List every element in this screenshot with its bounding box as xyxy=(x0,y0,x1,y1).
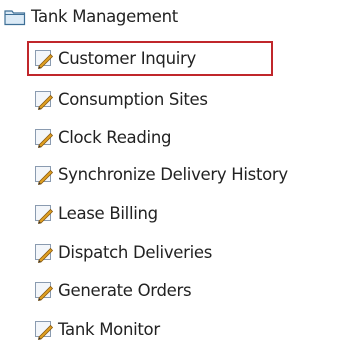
edit-document-icon xyxy=(34,165,54,186)
tree-item-customer-inquiry[interactable]: Customer Inquiry xyxy=(34,44,196,74)
tree-item-label: Dispatch Deliveries xyxy=(58,242,213,262)
tree-item-dispatch-deliveries[interactable]: Dispatch Deliveries xyxy=(34,238,212,268)
tree-item-synchronize-delivery-history[interactable]: Synchronize Delivery History xyxy=(34,160,288,190)
tree-item-label: Clock Reading xyxy=(58,127,172,147)
tree-item-tank-monitor[interactable]: Tank Monitor xyxy=(34,315,160,345)
edit-document-icon xyxy=(34,320,54,341)
edit-document-icon xyxy=(34,204,54,225)
tree-item-generate-orders[interactable]: Generate Orders xyxy=(34,276,192,306)
tree-item-lease-billing[interactable]: Lease Billing xyxy=(34,199,158,229)
tree-item-label: Consumption Sites xyxy=(58,89,208,109)
tree-folder-label: Tank Management xyxy=(31,6,178,26)
tree-item-consumption-sites[interactable]: Consumption Sites xyxy=(34,85,208,115)
navigation-tree: Tank Management Customer Inquiry Consump… xyxy=(0,0,354,354)
folder-icon xyxy=(4,8,26,26)
tree-item-label: Tank Monitor xyxy=(58,319,160,339)
tree-item-label: Generate Orders xyxy=(58,280,192,300)
edit-document-icon xyxy=(34,243,54,264)
tree-item-label: Synchronize Delivery History xyxy=(58,164,288,184)
tree-folder-tank-management[interactable]: Tank Management xyxy=(4,4,178,30)
tree-item-clock-reading[interactable]: Clock Reading xyxy=(34,123,171,153)
tree-item-label: Lease Billing xyxy=(58,203,158,223)
edit-document-icon xyxy=(34,90,54,111)
edit-document-icon xyxy=(34,281,54,302)
edit-document-icon xyxy=(34,49,54,70)
edit-document-icon xyxy=(34,128,54,149)
tree-item-label: Customer Inquiry xyxy=(58,48,196,68)
